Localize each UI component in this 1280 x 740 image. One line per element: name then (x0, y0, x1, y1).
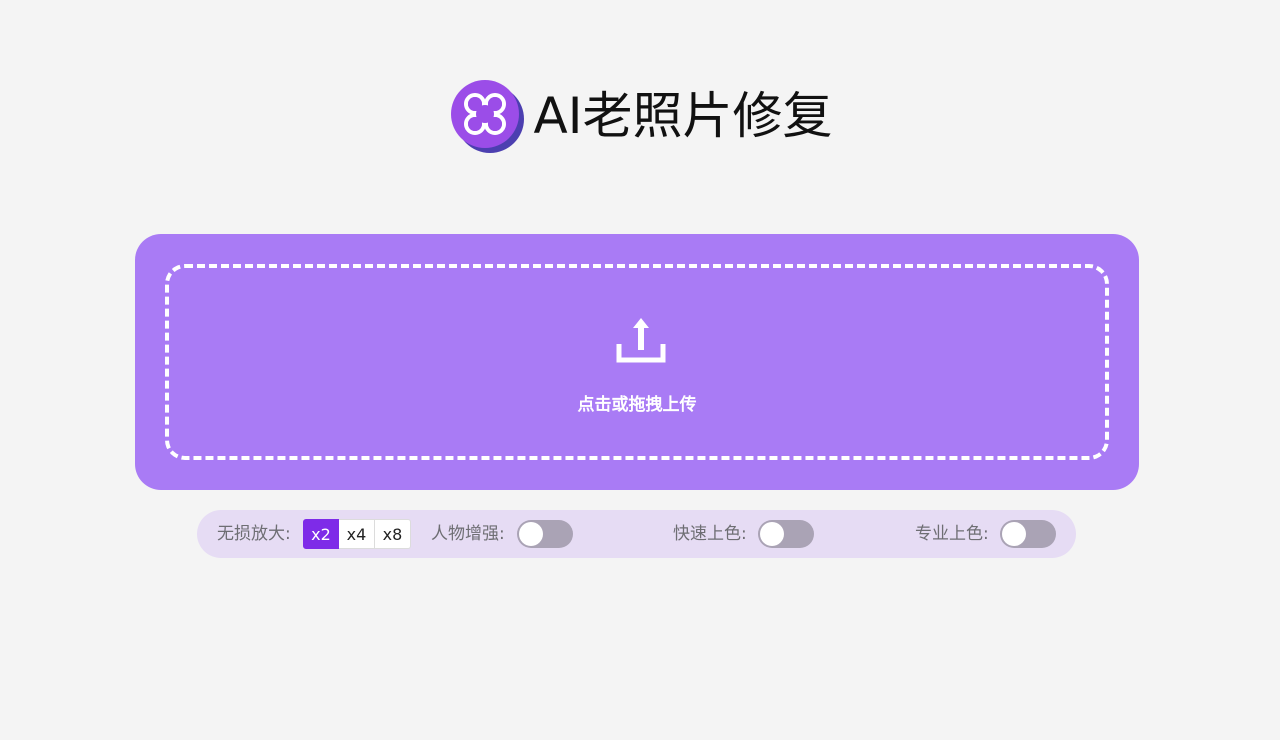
scale-option-x4[interactable]: x4 (339, 519, 375, 549)
upload-card: 点击或拖拽上传 (135, 234, 1139, 490)
scale-option-x2[interactable]: x2 (303, 519, 339, 549)
upload-icon (616, 318, 666, 363)
toggle-knob (760, 522, 784, 546)
pro-colorize-toggle[interactable] (1000, 520, 1056, 548)
fast-colorize-label: 快速上色: (673, 524, 747, 544)
upload-label: 点击或拖拽上传 (577, 395, 697, 415)
pro-colorize-label: 专业上色: (915, 524, 989, 544)
face-enhance-toggle[interactable] (517, 520, 573, 548)
page-title: AI老照片修复 (533, 87, 833, 145)
options-bar: 无损放大: x2 x4 x8 人物增强: 快速上色: 专业上色: (197, 510, 1076, 558)
header: AI老照片修复 (0, 76, 1280, 156)
fast-colorize-toggle[interactable] (758, 520, 814, 548)
upload-drop-zone[interactable]: 点击或拖拽上传 (165, 264, 1109, 460)
face-enhance-label: 人物增强: (431, 524, 505, 544)
scale-option-x8[interactable]: x8 (375, 519, 411, 549)
scale-selector: x2 x4 x8 (303, 519, 411, 549)
toggle-knob (1002, 522, 1026, 546)
flower-logo-icon (450, 80, 524, 153)
scale-label: 无损放大: (217, 524, 291, 544)
toggle-knob (519, 522, 543, 546)
